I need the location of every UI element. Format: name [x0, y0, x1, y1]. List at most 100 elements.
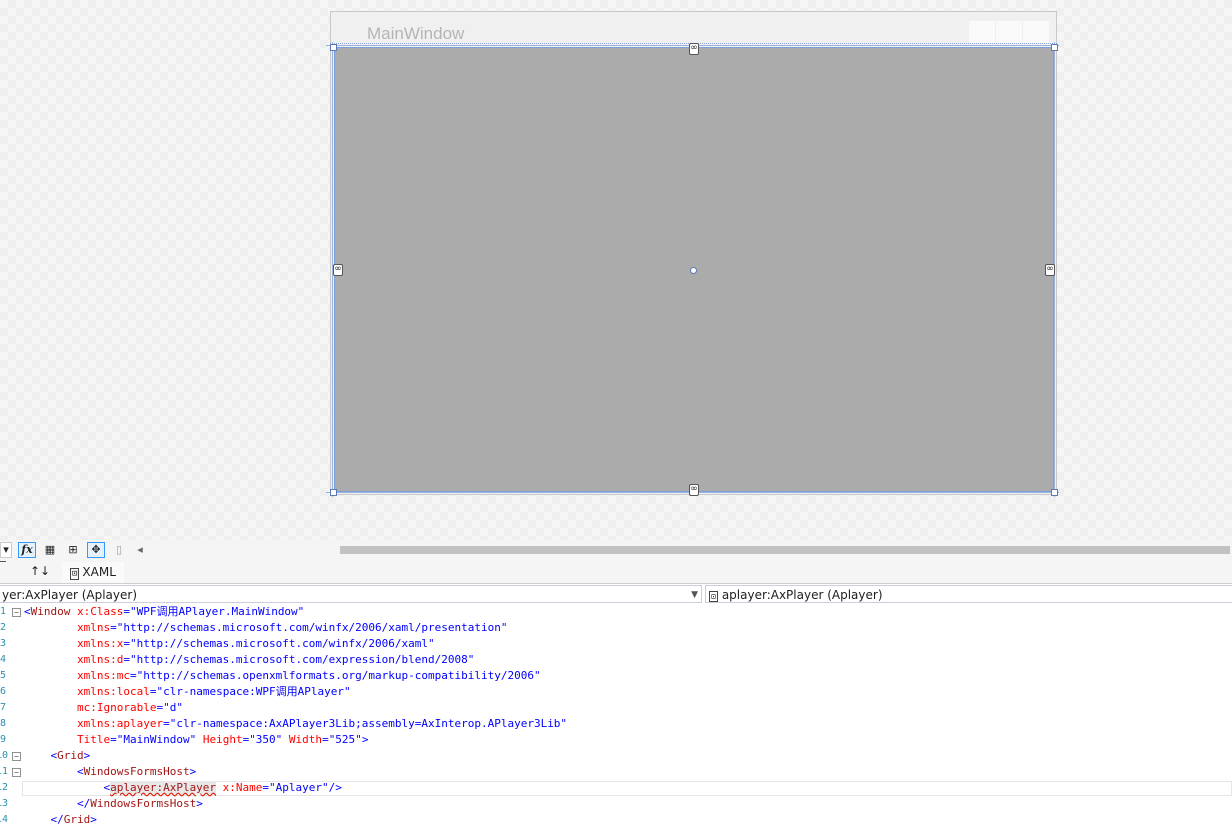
margin-link-left-icon[interactable]: ∞ — [333, 264, 343, 276]
code-line[interactable]: 14 </Grid> — [0, 812, 1232, 828]
line-number: 3 — [0, 638, 6, 649]
code-token: = — [110, 621, 117, 634]
member-selector[interactable]: ⊡ aplayer:AxPlayer (Aplayer) — [705, 585, 1232, 603]
navigation-bar: yer:AxPlayer (Aplayer) ▼ ⊡ aplayer:AxPlay… — [0, 584, 1232, 605]
resize-handle-top-right[interactable] — [1051, 44, 1058, 51]
code-token: aplayer:AxPlayer — [110, 781, 217, 794]
type-selector-value: yer:AxPlayer (Aplayer) — [2, 588, 138, 602]
code-line[interactable]: 7 mc:Ignorable="d" — [0, 700, 1232, 716]
scroll-left-icon[interactable]: ◂ — [131, 542, 149, 558]
code-token: xmlns:d — [24, 653, 124, 666]
code-token: "Aplayer" — [269, 781, 329, 794]
code-token: /> — [328, 781, 342, 794]
line-number: 12 — [0, 782, 9, 793]
dropdown-arrow-icon[interactable]: ▾ — [0, 542, 12, 558]
line-number: 13 — [0, 798, 9, 809]
pane-edge — [0, 561, 6, 562]
code-token: "clr-namespace:WPF调用APlayer" — [156, 685, 351, 698]
line-number: 11 — [0, 766, 9, 777]
tab-xaml[interactable]: ⊡ XAML — [62, 562, 124, 583]
code-text: </Grid> — [24, 812, 96, 828]
margin-link-bottom-icon[interactable]: ∞ — [689, 484, 699, 496]
resize-handle-bottom-right[interactable] — [1051, 489, 1058, 496]
code-token: Height — [196, 733, 243, 746]
code-text: <Grid> — [24, 748, 90, 764]
code-token: Title — [24, 733, 111, 746]
line-number: 14 — [0, 814, 9, 825]
collapse-icon[interactable]: − — [12, 608, 21, 617]
code-line[interactable]: 13 </WindowsFormsHost> — [0, 796, 1232, 812]
code-text: xmlns:aplayer="clr-namespace:AxAPlayer3L… — [24, 716, 567, 732]
resize-handle-bottom-left[interactable] — [330, 489, 337, 496]
code-text: <aplayer:AxPlayer x:Name="Aplayer"/> — [24, 780, 342, 796]
editor-tab-bar: ↑↓ ⊡ XAML — [0, 561, 1232, 584]
center-handle[interactable] — [690, 267, 697, 274]
margin-link-top-icon[interactable]: ∞ — [689, 43, 699, 55]
collapse-icon[interactable]: − — [12, 752, 21, 761]
swap-panes-icon[interactable]: ↑↓ — [30, 564, 50, 578]
code-token: = — [110, 733, 117, 746]
code-line[interactable]: 1− <Window x:Class="WPF调用APlayer.MainWind… — [0, 604, 1232, 620]
code-line[interactable]: 12 <aplayer:AxPlayer x:Name="Aplayer"/> — [0, 780, 1232, 796]
snap-grid-icon[interactable]: ⊞ — [64, 542, 82, 558]
code-token: = — [123, 653, 130, 666]
code-line[interactable]: 10− <Grid> — [0, 748, 1232, 764]
code-line[interactable]: 3 xmlns:x="http://schemas.microsoft.com/… — [0, 636, 1232, 652]
code-line[interactable]: 6 xmlns:local="clr-namespace:WPF调用APlaye… — [0, 684, 1232, 700]
grid-icon[interactable]: ▦ — [41, 542, 59, 558]
snap-lines-icon[interactable]: ✥ — [87, 542, 105, 558]
margin-link-right-icon[interactable]: ∞ — [1045, 264, 1055, 276]
code-text: xmlns:x="http://schemas.microsoft.com/wi… — [24, 636, 435, 652]
code-token: x:Class — [70, 605, 124, 618]
close-icon — [1023, 21, 1049, 43]
code-token: "350" — [249, 733, 283, 746]
code-token: x:Name — [216, 781, 263, 794]
code-token: Grid — [63, 813, 91, 826]
code-token: Window — [30, 605, 71, 618]
code-token: "clr-namespace:AxAPlayer3Lib;assembly=Ax… — [169, 717, 568, 730]
code-token: > — [361, 733, 369, 746]
code-text: <WindowsFormsHost> — [24, 764, 196, 780]
line-number: 2 — [0, 622, 6, 633]
line-number: 10 — [0, 750, 9, 761]
minimize-icon — [969, 21, 995, 43]
code-token: "http://schemas.microsoft.com/expression… — [129, 653, 475, 666]
code-line[interactable]: 9 Title="MainWindow" Height="350" Width=… — [0, 732, 1232, 748]
line-number: 6 — [0, 686, 6, 697]
document-icon[interactable]: ▯ — [110, 542, 128, 558]
resize-handle-top-left[interactable] — [330, 44, 337, 51]
code-token: = — [163, 717, 170, 730]
designer-toolbar: ▾ fx ▦ ⊞ ✥ ▯ ◂ — [0, 540, 1232, 560]
element-icon: ⊡ — [709, 591, 718, 602]
code-token: > — [196, 797, 203, 810]
fx-icon[interactable]: fx — [18, 542, 36, 558]
code-token: = — [129, 669, 137, 682]
xaml-designer-surface[interactable]: MainWindow ∞ ∞ ∞ ∞ — [0, 0, 1232, 540]
window-title: MainWindow — [367, 24, 465, 43]
code-token: "http://schemas.microsoft.com/winfx/2006… — [116, 621, 508, 634]
code-token: = — [322, 733, 329, 746]
code-token: "http://schemas.microsoft.com/winfx/2006… — [129, 637, 435, 650]
code-token: < — [24, 605, 31, 618]
code-line[interactable]: 4 xmlns:d="http://schemas.microsoft.com/… — [0, 652, 1232, 668]
type-selector[interactable]: yer:AxPlayer (Aplayer) ▼ — [0, 585, 702, 603]
code-token: > — [189, 765, 197, 778]
code-token: < — [24, 765, 84, 778]
line-number: 7 — [0, 702, 6, 713]
collapse-icon[interactable]: − — [12, 768, 21, 777]
line-number: 1 — [0, 606, 6, 617]
code-token: = — [123, 637, 130, 650]
horizontal-scrollbar[interactable] — [340, 546, 1230, 554]
xaml-code-editor[interactable]: 1− <Window x:Class="WPF调用APlayer.MainWind… — [0, 604, 1232, 829]
code-line[interactable]: 8 xmlns:aplayer="clr-namespace:AxAPlayer… — [0, 716, 1232, 732]
code-text: <Window x:Class="WPF调用APlayer.MainWindow… — [24, 604, 304, 620]
code-token: WindowsFormsHost — [90, 797, 197, 810]
code-token: mc:Ignorable — [24, 701, 157, 714]
line-number: 9 — [0, 734, 6, 745]
code-line[interactable]: 11− <WindowsFormsHost> — [0, 764, 1232, 780]
code-line[interactable]: 2 xmlns="http://schemas.microsoft.com/wi… — [0, 620, 1232, 636]
code-token: xmlns:x — [24, 637, 124, 650]
code-line[interactable]: 5 xmlns:mc="http://schemas.openxmlformat… — [0, 668, 1232, 684]
code-text: </WindowsFormsHost> — [24, 796, 203, 812]
code-token: "525" — [328, 733, 362, 746]
